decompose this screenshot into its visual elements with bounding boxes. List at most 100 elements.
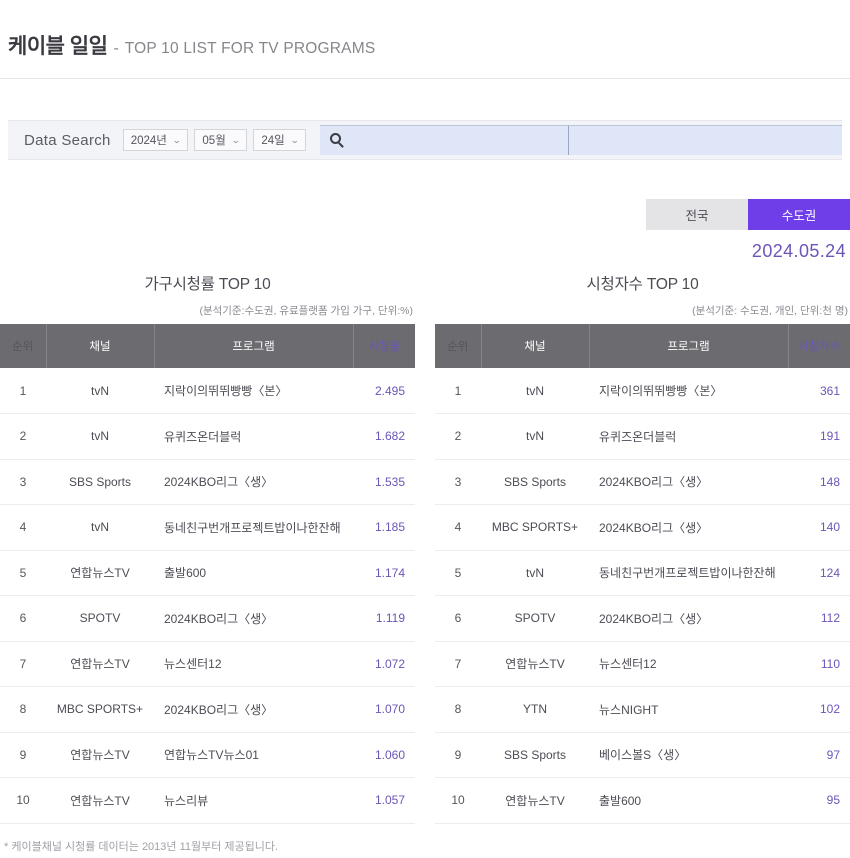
- viewers-count-table-block: 시청자수 TOP 10 (분석기준: 수도권, 개인, 단위:천 명) 순위 채…: [435, 272, 850, 824]
- cell-value: 97: [788, 732, 850, 778]
- household-rating-table: 순위 채널 프로그램 시청률 1 tvN 지락이의뛰뛰빵빵〈본〉 2.495 2: [0, 324, 415, 824]
- column-header-program: 프로그램: [589, 324, 789, 368]
- cell-channel: MBC SPORTS+: [46, 686, 154, 733]
- household-rating-table-block: 가구시청률 TOP 10 (분석기준:수도권, 유료플랫폼 가입 가구, 단위:…: [0, 272, 415, 824]
- cell-value: 1.060: [353, 732, 415, 778]
- cell-rank: 3: [435, 459, 481, 505]
- cell-program: 유퀴즈온더블럭: [589, 413, 788, 460]
- table-row[interactable]: 6 SPOTV 2024KBO리그〈생〉 1.119: [0, 595, 415, 642]
- table-row[interactable]: 5 연합뉴스TV 출발600 1.174: [0, 550, 415, 596]
- cell-program: 베이스볼S〈생〉: [589, 732, 788, 778]
- cell-rank: 4: [435, 504, 481, 551]
- cell-program: 2024KBO리그〈생〉: [589, 595, 788, 642]
- cell-channel: 연합뉴스TV: [46, 732, 154, 778]
- cell-channel: SPOTV: [46, 595, 154, 642]
- household-rating-subtitle: (분석기준:수도권, 유료플랫폼 가입 가구, 단위:%): [199, 305, 413, 317]
- cell-value: 1.057: [353, 777, 415, 824]
- cell-program: 유퀴즈온더블럭: [154, 413, 353, 460]
- date-selectors: 2024년 ⌄ 05월 ⌄ 24일 ⌄: [122, 129, 307, 151]
- cell-value: 1.174: [353, 550, 415, 596]
- data-search-bar: Data Search 2024년 ⌄ 05월 ⌄ 24일 ⌄: [8, 120, 842, 160]
- region-tabs: 전국 수도권: [646, 199, 850, 230]
- cell-rank: 4: [0, 504, 46, 551]
- cell-value: 1.535: [353, 459, 415, 505]
- cell-rank: 2: [0, 413, 46, 460]
- cell-value: 124: [788, 550, 850, 596]
- cell-program: 2024KBO리그〈생〉: [154, 459, 353, 505]
- cell-channel: SBS Sports: [46, 459, 154, 505]
- cell-rank: 6: [0, 595, 46, 642]
- table-row[interactable]: 1 tvN 지락이의뛰뛰빵빵〈본〉 2.495: [0, 368, 415, 414]
- cell-value: 2.495: [353, 368, 415, 414]
- table-row[interactable]: 3 SBS Sports 2024KBO리그〈생〉 148: [435, 459, 850, 505]
- chevron-down-icon: ⌄: [171, 134, 182, 145]
- cell-rank: 3: [0, 459, 46, 505]
- table-row[interactable]: 9 SBS Sports 베이스볼S〈생〉 97: [435, 732, 850, 778]
- cell-rank: 7: [0, 641, 46, 687]
- table-row[interactable]: 9 연합뉴스TV 연합뉴스TV뉴스01 1.060: [0, 732, 415, 778]
- cell-value: 1.119: [353, 595, 415, 642]
- cell-rank: 6: [435, 595, 481, 642]
- table-row[interactable]: 3 SBS Sports 2024KBO리그〈생〉 1.535: [0, 459, 415, 505]
- page-title-ko: 케이블 일일: [8, 35, 108, 58]
- table-row[interactable]: 8 YTN 뉴스NIGHT 102: [435, 686, 850, 733]
- search-input[interactable]: [353, 133, 544, 148]
- table-row[interactable]: 1 tvN 지락이의뛰뛰빵빵〈본〉 361: [435, 368, 850, 414]
- search-icon[interactable]: [330, 133, 345, 148]
- cell-value: 112: [788, 595, 850, 642]
- table-row[interactable]: 2 tvN 유퀴즈온더블럭 191: [435, 413, 850, 460]
- cell-value: 110: [788, 641, 850, 687]
- viewers-count-table-body: 1 tvN 지락이의뛰뛰빵빵〈본〉 361 2 tvN 유퀴즈온더블럭 191 …: [435, 368, 850, 824]
- cell-channel: 연합뉴스TV: [46, 641, 154, 687]
- cell-program: 연합뉴스TV뉴스01: [154, 732, 353, 778]
- cell-channel: tvN: [481, 368, 589, 414]
- table-row[interactable]: 4 MBC SPORTS+ 2024KBO리그〈생〉 140: [435, 504, 850, 551]
- table-row[interactable]: 4 tvN 동네친구번개프로젝트밥이나한잔해 1.185: [0, 504, 415, 551]
- search-field[interactable]: [320, 125, 569, 155]
- data-search-label: Data Search: [24, 131, 111, 149]
- month-select[interactable]: 05월 ⌄: [194, 129, 248, 151]
- cell-channel: YTN: [481, 686, 589, 733]
- cell-value: 102: [788, 686, 850, 733]
- table-row[interactable]: 5 tvN 동네친구번개프로젝트밥이나한잔해 124: [435, 550, 850, 596]
- column-header-value: 시청자수: [788, 324, 850, 368]
- cell-program: 출발600: [589, 777, 788, 824]
- cell-rank: 10: [0, 777, 46, 824]
- cell-program: 뉴스NIGHT: [589, 686, 788, 733]
- cell-value: 1.070: [353, 686, 415, 733]
- cell-channel: 연합뉴스TV: [46, 777, 154, 824]
- cell-program: 뉴스센터12: [154, 641, 353, 687]
- table-row[interactable]: 2 tvN 유퀴즈온더블럭 1.682: [0, 413, 415, 460]
- cell-program: 지락이의뛰뛰빵빵〈본〉: [154, 368, 353, 414]
- table-row[interactable]: 8 MBC SPORTS+ 2024KBO리그〈생〉 1.070: [0, 686, 415, 733]
- viewers-count-table: 순위 채널 프로그램 시청자수 1 tvN 지락이의뛰뛰빵빵〈본〉 361 2: [435, 324, 850, 824]
- table-header-row: 순위 채널 프로그램 시청률: [0, 324, 415, 368]
- month-select-value: 05월: [202, 135, 226, 147]
- table-row[interactable]: 10 연합뉴스TV 뉴스리뷰 1.057: [0, 777, 415, 824]
- region-tab-metropolitan[interactable]: 수도권: [748, 199, 850, 230]
- cell-program: 2024KBO리그〈생〉: [154, 686, 353, 733]
- table-row[interactable]: 7 연합뉴스TV 뉴스센터12 1.072: [0, 641, 415, 687]
- cell-rank: 5: [0, 550, 46, 596]
- cell-value: 140: [788, 504, 850, 551]
- cell-value: 1.682: [353, 413, 415, 460]
- column-header-channel: 채널: [46, 324, 155, 368]
- day-select[interactable]: 24일 ⌄: [253, 129, 307, 151]
- region-tab-nationwide[interactable]: 전국: [646, 199, 748, 230]
- household-rating-table-body: 1 tvN 지락이의뛰뛰빵빵〈본〉 2.495 2 tvN 유퀴즈온더블럭 1.…: [0, 368, 415, 824]
- cell-channel: tvN: [46, 368, 154, 414]
- viewers-count-subtitle: (분석기준: 수도권, 개인, 단위:천 명): [692, 305, 848, 317]
- cell-rank: 9: [0, 732, 46, 778]
- table-row[interactable]: 7 연합뉴스TV 뉴스센터12 110: [435, 641, 850, 687]
- table-row[interactable]: 6 SPOTV 2024KBO리그〈생〉 112: [435, 595, 850, 642]
- search-results-panel: [568, 125, 842, 155]
- cell-rank: 5: [435, 550, 481, 596]
- selected-date: 2024.05.24: [751, 241, 846, 261]
- region-tab-nationwide-label: 전국: [685, 209, 709, 223]
- chevron-down-icon: ⌄: [230, 134, 241, 145]
- cell-channel: 연합뉴스TV: [481, 641, 589, 687]
- table-row[interactable]: 10 연합뉴스TV 출발600 95: [435, 777, 850, 824]
- cell-value: 95: [788, 777, 850, 824]
- year-select[interactable]: 2024년 ⌄: [122, 129, 189, 151]
- cell-channel: 연합뉴스TV: [481, 777, 589, 824]
